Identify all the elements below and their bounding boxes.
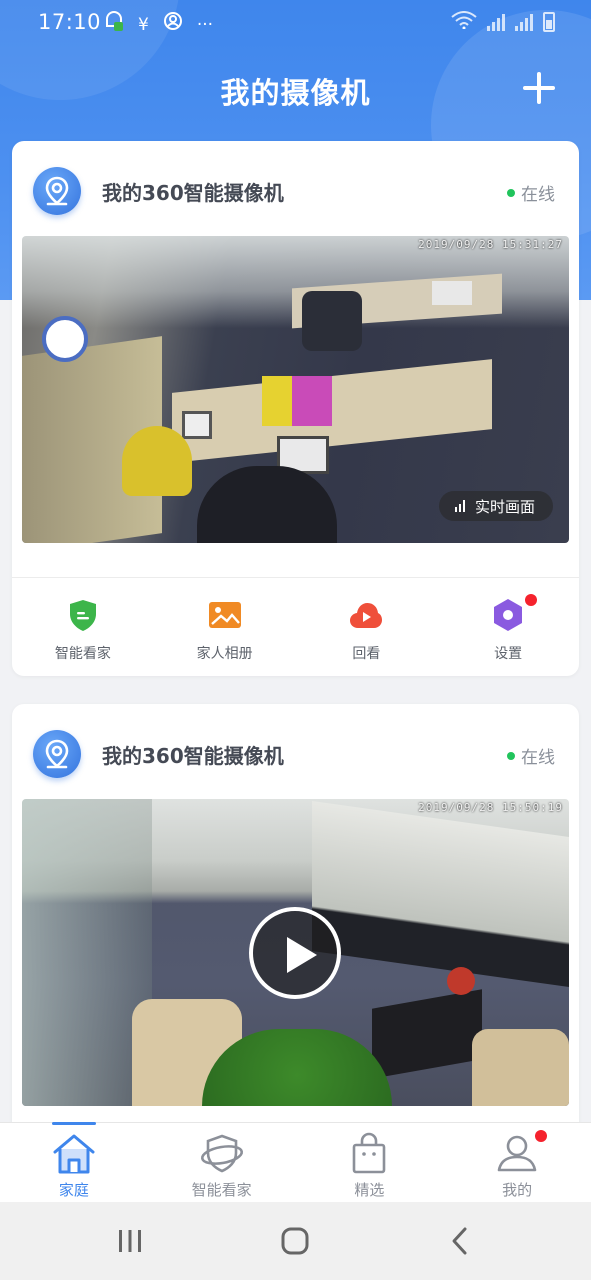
battery-icon (543, 12, 555, 32)
page-title: 我的摄像机 (220, 76, 371, 110)
user-icon (497, 1135, 537, 1172)
scene-logo (42, 316, 88, 362)
camera-status: 在线 (507, 743, 555, 768)
status-time: 17:10 (38, 10, 102, 34)
action-label: 设置 (494, 646, 523, 662)
camera-card-header[interactable]: 我的360智能摄像机 在线 (12, 141, 579, 237)
scene-printer (432, 281, 472, 305)
cloud-play-icon (350, 603, 383, 628)
yen-icon: ¥ (138, 14, 149, 35)
scene-table (372, 989, 482, 1079)
action-playback[interactable]: 回看 (296, 586, 438, 674)
signal-icon (515, 13, 533, 31)
scene-folder (292, 376, 332, 426)
settings-hexagon-icon (494, 599, 523, 631)
tab-smart-guard[interactable]: 智能看家 (148, 1123, 296, 1202)
camera-status: 在线 (507, 180, 555, 205)
tab-featured[interactable]: 精选 (296, 1123, 444, 1202)
camera-location-icon (33, 167, 81, 215)
camera-name: 我的360智能摄像机 (102, 181, 284, 205)
shield-icon (69, 600, 96, 631)
add-camera-button[interactable] (523, 72, 555, 104)
tab-label: 智能看家 (191, 1181, 252, 1199)
back-icon[interactable] (440, 1224, 480, 1260)
more-icon: ··· (196, 14, 214, 35)
action-settings[interactable]: 设置 (437, 586, 579, 674)
tab-label: 我的 (502, 1181, 533, 1199)
online-dot (507, 751, 515, 760)
home-icon (53, 1134, 95, 1174)
camera-card-header[interactable]: 我的360智能摄像机 在线 (12, 704, 579, 800)
action-label: 回看 (352, 646, 381, 662)
live-view-button[interactable]: 实时画面 (438, 491, 553, 521)
action-smart-guard[interactable]: 智能看家 (12, 586, 154, 674)
tab-mine[interactable]: 我的 (443, 1123, 591, 1202)
account-icon (163, 11, 183, 38)
signal-icon (487, 13, 505, 31)
shopping-bag-icon (353, 1132, 386, 1174)
online-dot (507, 188, 515, 197)
photo-icon (208, 602, 241, 628)
profile-badge (535, 1130, 548, 1142)
tab-label: 家庭 (58, 1181, 89, 1199)
action-family-album[interactable]: 家人相册 (154, 586, 296, 674)
camera-preview[interactable]: 2019/09/28 15:50:19 (22, 799, 569, 1106)
scene-desk (172, 359, 492, 463)
shield-ring-icon (200, 1134, 243, 1173)
bottom-tab-bar: 家庭 智能看家 精选 我的 (0, 1122, 591, 1202)
status-icons-right (451, 10, 555, 34)
home-nav-icon[interactable] (275, 1224, 315, 1260)
camera-name: 我的360智能摄像机 (102, 744, 284, 768)
tab-label: 精选 (354, 1181, 385, 1199)
live-signal-icon (454, 500, 465, 512)
video-timestamp: 2019/09/28 15:50:19 (418, 801, 563, 814)
camera-status-label: 在线 (521, 185, 555, 205)
tab-home[interactable]: 家庭 (0, 1122, 148, 1202)
status-bar: 17:10 ¥ ··· (0, 0, 591, 46)
video-timestamp: 2019/09/28 15:31:27 (418, 238, 563, 251)
settings-badge (525, 594, 538, 606)
action-label: 家人相册 (196, 646, 253, 662)
status-icons-left: ¥ ··· (104, 10, 213, 39)
scene-sofa (472, 1029, 569, 1106)
scene-laptop (182, 411, 212, 439)
scene-folder (262, 376, 292, 426)
camera-status-label: 在线 (521, 748, 555, 768)
camera-card[interactable]: 我的360智能摄像机 在线 2019/09/28 15:31:27 实时画面 智… (12, 141, 579, 676)
live-view-label: 实时画面 (474, 497, 535, 516)
scene-flowers (447, 967, 475, 995)
divider (12, 577, 579, 578)
action-label: 智能看家 (54, 646, 111, 662)
scene-person (122, 426, 192, 496)
scene-person (197, 466, 337, 543)
scene-shelves (312, 800, 569, 988)
camera-card[interactable]: 我的360智能摄像机 在线 2019/09/28 15:50:19 (12, 704, 579, 1124)
camera-live-view[interactable]: 2019/09/28 15:31:27 实时画面 (22, 236, 569, 543)
system-navigation-bar (0, 1202, 591, 1280)
camera-actions: 智能看家 家人相册 回看 设置 (12, 586, 579, 674)
camera-location-icon (33, 730, 81, 778)
scene-person (302, 291, 362, 351)
play-button[interactable] (249, 907, 341, 999)
notification-app-icon (104, 10, 124, 39)
recent-apps-icon[interactable] (110, 1224, 150, 1260)
wifi-icon (451, 10, 477, 34)
